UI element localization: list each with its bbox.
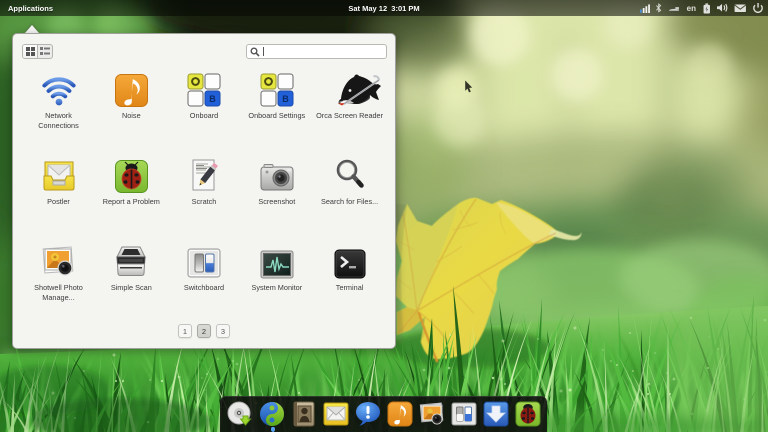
svg-text:B: B: [209, 94, 216, 104]
svg-text:B: B: [282, 94, 289, 104]
